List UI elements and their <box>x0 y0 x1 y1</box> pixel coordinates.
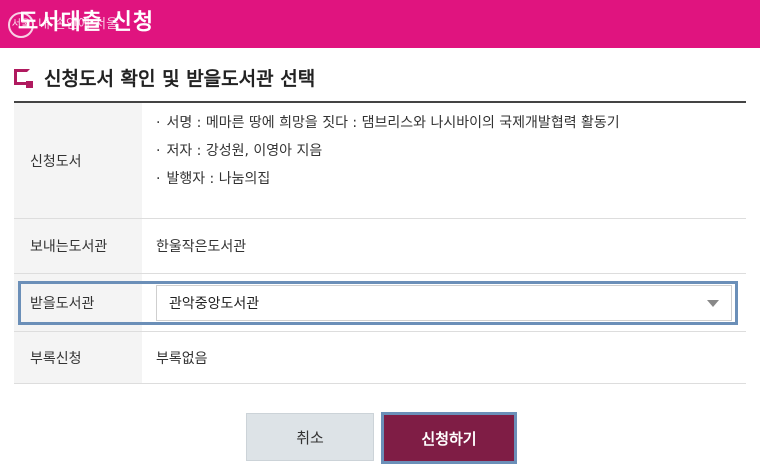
label-appendix: 부록신청 <box>14 332 142 383</box>
row-appendix: 부록신청 부록없음 <box>14 332 746 384</box>
app-header: 서울 내 손안에 서울 도서대출 신청 <box>0 0 760 48</box>
label-requested-book: 신청도서 <box>14 103 142 218</box>
appendix-value: 부록없음 <box>156 350 208 367</box>
book-title-line: · 서명 : 메마른 땅에 희망을 짓다 : 댐브리스와 나시바이의 국제개발협력… <box>156 113 620 133</box>
bullet-icon: · <box>156 143 161 159</box>
book-title: 서명 : 메마른 땅에 희망을 짓다 : 댐브리스와 나시바이의 국제개발협력 … <box>166 115 620 131</box>
chevron-down-icon[interactable] <box>707 299 719 307</box>
section-title: 신청도서 확인 및 받을도서관 선택 <box>44 67 316 90</box>
bullet-icon: · <box>156 115 161 131</box>
book-publisher-line: · 발행자 : 나눔의집 <box>156 169 270 189</box>
receive-library-selected: 관악중앙도서관 <box>169 295 260 312</box>
submit-button[interactable]: 신청하기 <box>384 415 514 461</box>
row-receive-library: 받을도서관 관악중앙도서관 <box>14 274 746 332</box>
book-author-line: · 저자 : 강성원, 이영아 지음 <box>156 141 322 161</box>
bullet-icon: · <box>156 171 161 187</box>
book-publisher: 발행자 : 나눔의집 <box>166 171 271 187</box>
row-requested-book: 신청도서 · 서명 : 메마른 땅에 희망을 짓다 : 댐브리스와 나시바이의 국… <box>14 103 746 219</box>
label-send-library: 보내는도서관 <box>14 219 142 273</box>
send-library-value: 한울작은도서관 <box>156 239 247 255</box>
label-receive-library: 받을도서관 <box>14 274 142 331</box>
cancel-button[interactable]: 취소 <box>246 413 374 461</box>
section-bracket-icon <box>14 69 33 88</box>
section-heading: 신청도서 확인 및 받을도서관 선택 <box>14 64 315 90</box>
submit-button-highlight: 신청하기 <box>381 412 517 464</box>
receive-library-select[interactable]: 관악중앙도서관 <box>156 284 732 321</box>
book-info: · 서명 : 메마른 땅에 희망을 짓다 : 댐브리스와 나시바이의 국제개발협력… <box>142 103 746 218</box>
request-form-table: 신청도서 · 서명 : 메마른 땅에 희망을 짓다 : 댐브리스와 나시바이의 국… <box>14 101 746 384</box>
row-send-library: 보내는도서관 한울작은도서관 <box>14 219 746 274</box>
action-buttons: 취소 신청하기 <box>0 412 760 464</box>
page-title: 도서대출 신청 <box>18 10 155 35</box>
receive-library-cell: 관악중앙도서관 <box>142 274 746 331</box>
book-author: 저자 : 강성원, 이영아 지음 <box>166 143 323 159</box>
